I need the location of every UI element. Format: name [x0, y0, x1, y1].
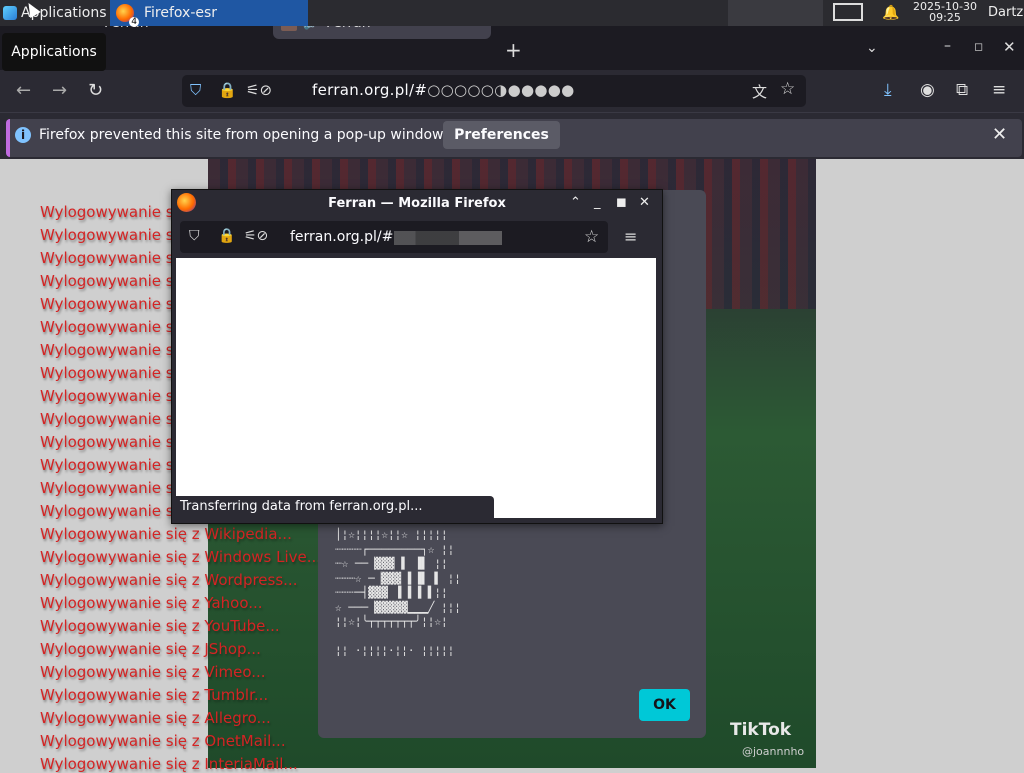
translate-icon[interactable]: 文	[752, 81, 767, 102]
ascii-art: │¦☆¦¦¦¦☆¦¦☆ ¦¦¦¦¦ ┈┈┈┈┌────────┐☆ ¦¦ ┈☆ …	[335, 528, 461, 657]
panel-spacer	[728, 0, 823, 26]
forward-icon[interactable]: →	[52, 80, 67, 101]
logout-line: Wylogowywanie się z Wikipedia...	[40, 525, 292, 543]
logout-line: Wylogowywanie się z Allegro...	[40, 709, 271, 727]
popup-collapse-icon[interactable]: ⌃	[570, 195, 581, 210]
app-menu-icon[interactable]: ≡	[992, 80, 1006, 100]
user-name[interactable]: Dartz	[988, 5, 1023, 20]
window-maximize-button[interactable]: ◻	[974, 40, 983, 53]
bookmark-star-icon[interactable]: ☆	[584, 227, 599, 247]
notification-text: Firefox prevented this site from opening…	[39, 127, 447, 143]
popup-menu-icon[interactable]: ≡	[624, 227, 637, 246]
firefox-icon: 4	[116, 4, 139, 27]
taskbar-firefox[interactable]: 4 Firefox-esr	[110, 0, 308, 27]
shield-icon[interactable]: ⛉	[190, 81, 201, 99]
logout-line: Wylogowywanie si	[40, 295, 178, 313]
notification-close-icon[interactable]: ✕	[992, 124, 1007, 145]
extensions-icon[interactable]: ⧉	[956, 80, 968, 100]
popup-url-obscured	[394, 231, 502, 245]
popup-url-text: ferran.org.pl/#	[290, 229, 394, 245]
applications-logo-icon	[3, 6, 17, 20]
logout-line: Wylogowywanie się z OnetMail...	[40, 732, 286, 750]
info-icon: i	[15, 127, 31, 143]
logout-line: Wylogowywanie si	[40, 410, 178, 428]
preferences-button[interactable]: Preferences	[443, 121, 560, 149]
logout-line: Wylogowywanie si	[40, 341, 178, 359]
logout-line: Wylogowywanie si	[40, 364, 178, 382]
logout-line: Wylogowywanie si	[40, 502, 178, 520]
notifications-bell-icon[interactable]: 🔔	[882, 5, 899, 21]
logout-line: Wylogowywanie się z Vimeo...	[40, 663, 266, 681]
url-text: ferran.org.pl/#○○○○○◑●●●●●	[312, 81, 575, 99]
logout-line: Wylogowywanie się z YouTube...	[40, 617, 280, 635]
applications-menu[interactable]: Applications	[0, 0, 108, 26]
ok-button[interactable]: OK	[639, 689, 690, 721]
popup-status-text: Transferring data from ferran.org.pl...	[172, 496, 494, 518]
firefox-logo-icon	[177, 193, 196, 212]
window-close-button[interactable]: ✕	[1003, 38, 1016, 56]
account-icon[interactable]: ◉	[920, 80, 935, 100]
permissions-icon[interactable]: ⚟⊘	[246, 81, 272, 99]
window-count-badge: 4	[129, 17, 139, 27]
reload-icon[interactable]: ↻	[88, 80, 103, 101]
popup-close-button[interactable]: ✕	[639, 195, 650, 210]
display-icon[interactable]	[833, 3, 863, 21]
shield-icon[interactable]: ⛉	[189, 228, 200, 244]
back-icon[interactable]: ←	[16, 80, 31, 101]
logout-line: Wylogowywanie się z Wordpress...	[40, 571, 298, 589]
window-minimize-button[interactable]: –	[944, 38, 951, 54]
popup-maximize-button[interactable]: ◼	[616, 195, 627, 210]
logout-line: Wylogowywanie się z Tumblr...	[40, 686, 269, 704]
logout-line: Wylogowywanie się z InteriaMail...	[40, 755, 298, 773]
system-panel: Applications 4 Firefox-esr 🔔 2025-10-30 0…	[0, 0, 1024, 27]
applications-tooltip: Applications	[2, 33, 106, 71]
taskbar-label: Firefox-esr	[144, 5, 218, 21]
logout-line: Wylogowywanie si	[40, 387, 178, 405]
popup-blank-content	[176, 258, 656, 518]
logout-line: Wylogowywanie się z JShop...	[40, 640, 261, 658]
url-bar[interactable]: ⛉ 🔒 ⚟⊘ ferran.org.pl/#○○○○○◑●●●●● 文 ☆	[182, 75, 806, 107]
popup-minimize-button[interactable]: _	[594, 195, 601, 210]
logout-line: Wylogowywanie si	[40, 203, 178, 221]
popup-title: Ferran — Mozilla Firefox	[328, 196, 506, 211]
new-tab-icon[interactable]: +	[505, 38, 522, 62]
clock[interactable]: 2025-10-30 09:25	[910, 1, 980, 23]
tiktok-username: @joannnho	[742, 745, 805, 758]
logout-line: Wylogowywanie si	[40, 226, 178, 244]
tiktok-watermark: TikTok	[730, 720, 792, 740]
lock-icon[interactable]: 🔒	[218, 81, 237, 99]
logout-line: Wylogowywanie się z Windows Live...	[40, 548, 322, 566]
lock-icon[interactable]: 🔒	[218, 228, 235, 244]
bookmark-star-icon[interactable]: ☆	[780, 79, 795, 99]
permissions-icon[interactable]: ⚟⊘	[244, 228, 268, 244]
logout-line: Wylogowywanie się z Yahoo...	[40, 594, 263, 612]
logout-line: Wylogowywanie si	[40, 479, 178, 497]
logout-line: Wylogowywanie si	[40, 433, 178, 451]
logout-line: Wylogowywanie si	[40, 318, 178, 336]
logout-line: Wylogowywanie si	[40, 456, 178, 474]
logout-line: Wylogowywanie si	[40, 272, 178, 290]
downloads-icon[interactable]: ⤓	[884, 80, 892, 100]
tab-list-chevron-icon[interactable]: ⌄	[866, 40, 878, 56]
logout-line: Wylogowywanie si	[40, 249, 178, 267]
